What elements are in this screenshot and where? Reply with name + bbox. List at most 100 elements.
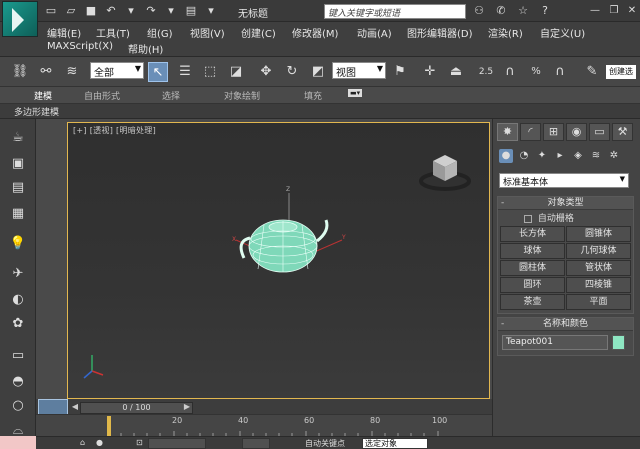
- torus-button[interactable]: 圆环: [500, 277, 565, 293]
- geosphere-button[interactable]: 几何球体: [566, 243, 631, 259]
- tab-selection[interactable]: 选择: [162, 89, 180, 102]
- undo-icon[interactable]: ↶: [104, 4, 118, 18]
- cone-button[interactable]: 圆锥体: [566, 226, 631, 242]
- move-icon[interactable]: ✥: [256, 62, 276, 82]
- light-icon[interactable]: 💡: [9, 235, 27, 253]
- pivot-center-icon[interactable]: ⚑: [390, 62, 410, 82]
- new-file-icon[interactable]: ▭: [44, 4, 58, 18]
- binoculars-icon[interactable]: ⚇: [472, 4, 486, 18]
- object-name-input[interactable]: Teapot001: [502, 335, 608, 350]
- scene-explorer-icon[interactable]: ▤: [9, 179, 27, 197]
- menu-views[interactable]: 视图(V): [190, 25, 225, 40]
- menu-customize[interactable]: 自定义(U): [540, 25, 585, 40]
- time-slider[interactable]: 0 / 100: [80, 402, 193, 414]
- circle-icon[interactable]: ○: [9, 397, 27, 415]
- systems-icon[interactable]: ✲: [607, 149, 621, 163]
- time-next-icon[interactable]: ▶: [182, 401, 192, 413]
- minimize-button[interactable]: —: [587, 3, 603, 18]
- auto-grid-checkbox[interactable]: 自动栅格: [498, 210, 633, 225]
- cylinder-button[interactable]: 圆柱体: [500, 260, 565, 276]
- tab-modeling[interactable]: 建模: [34, 89, 52, 102]
- rotate-icon[interactable]: ↻: [282, 62, 302, 82]
- teapot-button[interactable]: 茶壶: [500, 294, 565, 310]
- pyramid-button[interactable]: 四棱锥: [566, 277, 631, 293]
- x-coordinate-field[interactable]: [148, 438, 206, 449]
- create-tab-icon[interactable]: ✸: [497, 123, 518, 141]
- menu-maxscript[interactable]: MAXScript(X): [47, 41, 113, 52]
- link-icon[interactable]: ⛓: [10, 62, 30, 82]
- hemisphere-icon[interactable]: ◓: [9, 373, 27, 391]
- snap-toggle-icon[interactable]: 2.5: [476, 62, 496, 82]
- ribbon-options-icon[interactable]: ▬▾: [348, 89, 363, 97]
- tab-populate[interactable]: 填充: [304, 89, 322, 102]
- open-folder-icon[interactable]: ▱: [64, 4, 78, 18]
- manipulate-icon[interactable]: ✛: [420, 62, 440, 82]
- favorites-star-icon[interactable]: ☆: [516, 4, 530, 18]
- display-tab-icon[interactable]: ▭: [589, 123, 610, 141]
- menu-help[interactable]: 帮助(H): [128, 41, 163, 56]
- teapot-model[interactable]: Z X Y: [68, 123, 490, 399]
- menu-edit[interactable]: 编辑(E): [47, 25, 81, 40]
- box-button[interactable]: 长方体: [500, 226, 565, 242]
- cameras-icon[interactable]: ▸: [553, 149, 567, 163]
- hierarchy-tab-icon[interactable]: ⊞: [543, 123, 564, 141]
- plane-button[interactable]: 平面: [566, 294, 631, 310]
- menu-rendering[interactable]: 渲染(R): [488, 25, 523, 40]
- sphere-button[interactable]: 球体: [500, 243, 565, 259]
- project-folder-icon[interactable]: ▤: [184, 4, 198, 18]
- menu-create[interactable]: 创建(C): [241, 25, 276, 40]
- utilities-tab-icon[interactable]: ⚒: [612, 123, 633, 141]
- search-input[interactable]: 键入关键字或短语: [324, 4, 466, 19]
- tube-button[interactable]: 管状体: [566, 260, 631, 276]
- render-icon[interactable]: ✿: [9, 315, 27, 333]
- modify-tab-icon[interactable]: ◜: [520, 123, 541, 141]
- unlink-icon[interactable]: ⚯: [36, 62, 56, 82]
- name-color-header[interactable]: - 名称和颜色: [498, 318, 633, 331]
- selection-filter-dropdown[interactable]: 全部 ▼: [90, 62, 144, 79]
- perspective-viewport[interactable]: [+] [透视] [明暗处理] Z X Y: [67, 122, 490, 399]
- isolate-icon[interactable]: ●: [96, 438, 103, 447]
- maxscript-listener[interactable]: [0, 436, 36, 449]
- keyboard-shortcut-icon[interactable]: ⏏: [446, 62, 466, 82]
- app-menu-button[interactable]: [2, 1, 38, 37]
- save-icon[interactable]: ■: [84, 4, 98, 18]
- spinner-snap-icon[interactable]: ∩: [550, 62, 570, 82]
- create-selection-set-dropdown[interactable]: 创建选: [606, 65, 636, 79]
- time-marker[interactable]: [107, 416, 111, 436]
- select-by-name-icon[interactable]: ☰: [175, 62, 195, 82]
- menu-modifiers[interactable]: 修改器(M): [292, 25, 338, 40]
- scale-icon[interactable]: ◩: [308, 62, 328, 82]
- object-color-swatch[interactable]: [612, 335, 625, 350]
- absolute-mode-icon[interactable]: ⊡: [136, 438, 143, 447]
- window-crossing-icon[interactable]: ◪: [226, 62, 246, 82]
- box-icon[interactable]: ▭: [9, 347, 27, 365]
- layer-manager-icon[interactable]: ▦: [9, 205, 27, 223]
- spacewarps-icon[interactable]: ≋: [589, 149, 603, 163]
- communication-center-icon[interactable]: ✆: [494, 4, 508, 18]
- selected-set-dropdown[interactable]: 选定对象: [362, 438, 428, 449]
- ribbon-panel-label[interactable]: 多边形建模: [14, 105, 59, 118]
- motion-tab-icon[interactable]: ◉: [566, 123, 587, 141]
- object-type-header[interactable]: - 对象类型: [498, 197, 633, 210]
- lights-icon[interactable]: ✦: [535, 149, 549, 163]
- menu-animation[interactable]: 动画(A): [357, 25, 392, 40]
- material-editor-icon[interactable]: ▣: [9, 155, 27, 173]
- geometry-icon[interactable]: ●: [499, 149, 513, 163]
- menu-tools[interactable]: 工具(T): [96, 25, 130, 40]
- shapes-icon[interactable]: ◔: [517, 149, 531, 163]
- select-object-icon[interactable]: ↖: [148, 62, 168, 82]
- tab-freeform[interactable]: 自由形式: [84, 89, 120, 102]
- render-setup-icon[interactable]: ✈: [9, 265, 27, 283]
- help-icon[interactable]: ?: [538, 4, 552, 18]
- percent-snap-icon[interactable]: %: [526, 62, 546, 82]
- teapot-icon[interactable]: ☕: [9, 129, 27, 147]
- sphere-icon[interactable]: ◐: [9, 291, 27, 309]
- y-coordinate-field[interactable]: [242, 438, 270, 449]
- maximize-button[interactable]: ❐: [606, 3, 622, 18]
- rectangular-selection-icon[interactable]: ⬚: [200, 62, 220, 82]
- menu-graph-editors[interactable]: 图形编辑器(D): [407, 25, 473, 40]
- helpers-icon[interactable]: ◈: [571, 149, 585, 163]
- object-category-dropdown[interactable]: 标准基本体 ▼: [499, 173, 629, 188]
- selection-lock-icon[interactable]: ⌂: [80, 438, 85, 447]
- close-button[interactable]: ✕: [624, 3, 640, 18]
